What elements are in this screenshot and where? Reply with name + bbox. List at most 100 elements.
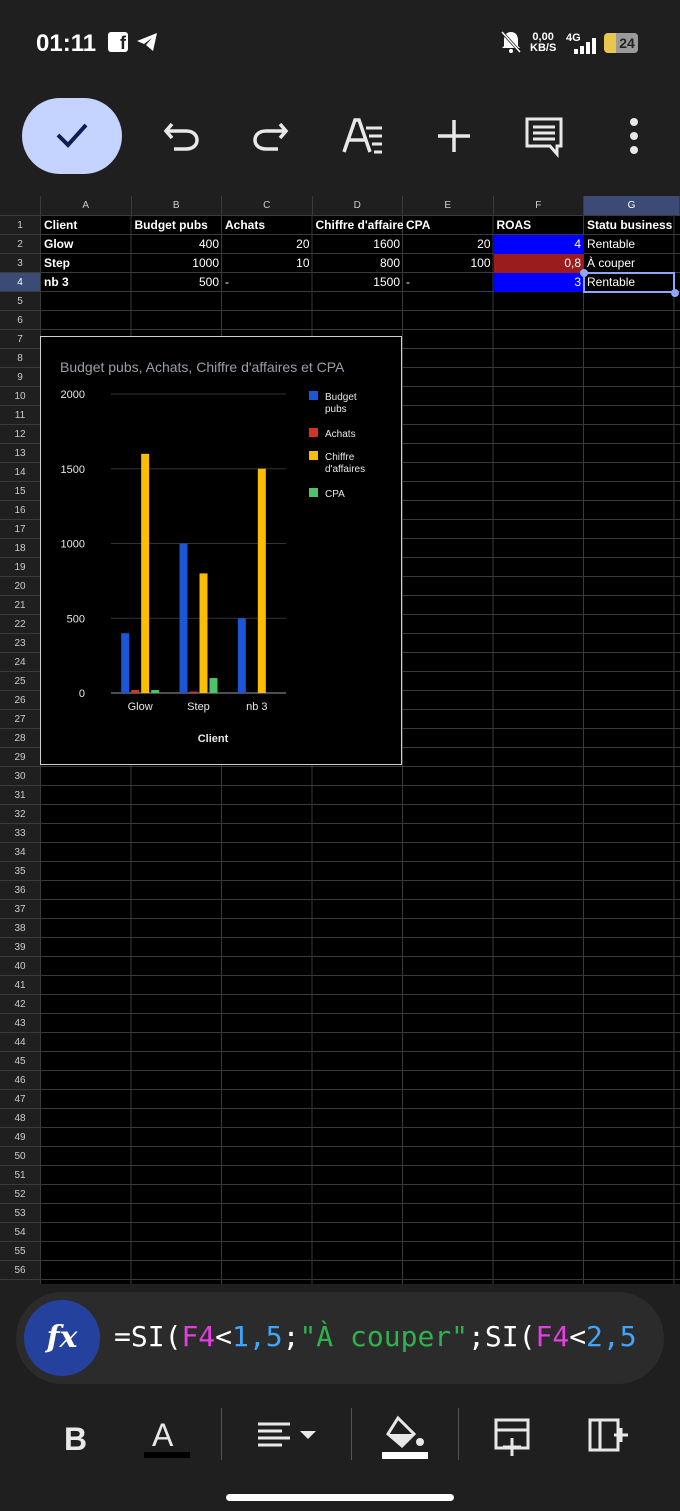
row-header-5[interactable]: 5 <box>0 292 41 311</box>
column-header-D[interactable]: D <box>312 196 403 216</box>
row-header-57[interactable]: 57 <box>0 1280 41 1284</box>
row-header-7[interactable]: 7 <box>0 330 41 349</box>
embedded-chart[interactable]: Budget pubs, Achats, Chiffre d'affaires … <box>40 336 402 765</box>
row-header-21[interactable]: 21 <box>0 596 41 615</box>
row-header-8[interactable]: 8 <box>0 349 41 368</box>
row-header-45[interactable]: 45 <box>0 1052 41 1071</box>
row-header-33[interactable]: 33 <box>0 824 41 843</box>
done-button[interactable] <box>22 98 122 174</box>
row-header-14[interactable]: 14 <box>0 463 41 482</box>
column-header-F[interactable]: F <box>493 196 584 216</box>
cell-A3[interactable]: Step <box>41 254 132 273</box>
row-header-24[interactable]: 24 <box>0 653 41 672</box>
formula-bar[interactable]: fx =SI(F4<1,5;"À couper";SI(F4<2,5 <box>16 1292 664 1384</box>
text-color-button[interactable]: A <box>142 1412 190 1460</box>
insert-column-button[interactable] <box>584 1412 632 1460</box>
row-header-30[interactable]: 30 <box>0 767 41 786</box>
row-header-25[interactable]: 25 <box>0 672 41 691</box>
cell-G2[interactable]: Rentable <box>584 235 680 254</box>
row-header-15[interactable]: 15 <box>0 482 41 501</box>
cell-C2[interactable]: 20 <box>222 235 313 254</box>
row-header-29[interactable]: 29 <box>0 748 41 767</box>
row-header-41[interactable]: 41 <box>0 976 41 995</box>
row-header-31[interactable]: 31 <box>0 786 41 805</box>
row-header-38[interactable]: 38 <box>0 919 41 938</box>
cell-D4[interactable]: 1500 <box>313 273 404 292</box>
row-header-1[interactable]: 1 <box>0 216 41 235</box>
add-button[interactable] <box>432 114 476 158</box>
row-header-18[interactable]: 18 <box>0 539 41 558</box>
row-header-39[interactable]: 39 <box>0 938 41 957</box>
select-all-corner[interactable] <box>0 196 41 216</box>
row-header-34[interactable]: 34 <box>0 843 41 862</box>
row-header-22[interactable]: 22 <box>0 615 41 634</box>
text-format-button[interactable] <box>340 114 384 158</box>
row-header-52[interactable]: 52 <box>0 1185 41 1204</box>
row-header-43[interactable]: 43 <box>0 1014 41 1033</box>
cell-B2[interactable]: 400 <box>132 235 223 254</box>
header-cell-F[interactable]: ROAS <box>494 216 585 235</box>
row-header-47[interactable]: 47 <box>0 1090 41 1109</box>
column-header-C[interactable]: C <box>222 196 313 216</box>
row-header-51[interactable]: 51 <box>0 1166 41 1185</box>
row-header-6[interactable]: 6 <box>0 311 41 330</box>
row-header-32[interactable]: 32 <box>0 805 41 824</box>
row-header-9[interactable]: 9 <box>0 368 41 387</box>
header-cell-E[interactable]: CPA <box>403 216 494 235</box>
row-header-28[interactable]: 28 <box>0 729 41 748</box>
row-header-55[interactable]: 55 <box>0 1242 41 1261</box>
cell-B4[interactable]: 500 <box>132 273 223 292</box>
function-icon[interactable]: fx <box>24 1300 100 1376</box>
column-header-E[interactable]: E <box>403 196 494 216</box>
row-header-2[interactable]: 2 <box>0 235 41 254</box>
cell-D2[interactable]: 1600 <box>313 235 404 254</box>
row-header-19[interactable]: 19 <box>0 558 41 577</box>
cell-A4[interactable]: nb 3 <box>41 273 132 292</box>
row-header-54[interactable]: 54 <box>0 1223 41 1242</box>
row-header-27[interactable]: 27 <box>0 710 41 729</box>
formula-input[interactable]: =SI(F4<1,5;"À couper";SI(F4<2,5 <box>114 1320 637 1353</box>
row-header-42[interactable]: 42 <box>0 995 41 1014</box>
row-header-12[interactable]: 12 <box>0 425 41 444</box>
cell-E4[interactable]: - <box>403 273 494 292</box>
row-header-36[interactable]: 36 <box>0 881 41 900</box>
cell-F2[interactable]: 4 <box>493 235 584 254</box>
row-header-11[interactable]: 11 <box>0 406 41 425</box>
row-header-44[interactable]: 44 <box>0 1033 41 1052</box>
row-header-13[interactable]: 13 <box>0 444 41 463</box>
insert-row-button[interactable] <box>490 1412 538 1460</box>
undo-button[interactable] <box>160 114 204 158</box>
header-cell-C[interactable]: Achats <box>222 216 313 235</box>
column-header-A[interactable]: A <box>41 196 132 216</box>
row-header-40[interactable]: 40 <box>0 957 41 976</box>
row-header-23[interactable]: 23 <box>0 634 41 653</box>
row-header-48[interactable]: 48 <box>0 1109 41 1128</box>
row-header-20[interactable]: 20 <box>0 577 41 596</box>
row-header-4[interactable]: 4 <box>0 273 41 292</box>
row-header-16[interactable]: 16 <box>0 501 41 520</box>
cell-F4[interactable]: 3 <box>493 273 584 292</box>
row-header-37[interactable]: 37 <box>0 900 41 919</box>
cell-C4[interactable]: - <box>222 273 313 292</box>
fill-color-button[interactable] <box>380 1412 428 1460</box>
more-options-button[interactable] <box>612 114 656 158</box>
row-header-17[interactable]: 17 <box>0 520 41 539</box>
row-header-46[interactable]: 46 <box>0 1071 41 1090</box>
redo-button[interactable] <box>248 114 292 158</box>
selection-handle-end[interactable] <box>671 289 679 297</box>
row-header-50[interactable]: 50 <box>0 1147 41 1166</box>
header-cell-A[interactable]: Client <box>41 216 132 235</box>
row-header-53[interactable]: 53 <box>0 1204 41 1223</box>
selection-handle-start[interactable] <box>580 269 588 277</box>
comment-button[interactable] <box>522 114 566 158</box>
header-cell-G[interactable]: Statu business <box>584 216 680 235</box>
cell-C3[interactable]: 10 <box>222 254 313 273</box>
home-indicator[interactable] <box>226 1494 454 1501</box>
column-header-B[interactable]: B <box>131 196 222 216</box>
row-header-10[interactable]: 10 <box>0 387 41 406</box>
cell-A2[interactable]: Glow <box>41 235 132 254</box>
cell-D3[interactable]: 800 <box>313 254 404 273</box>
cell-B3[interactable]: 1000 <box>132 254 223 273</box>
row-header-49[interactable]: 49 <box>0 1128 41 1147</box>
cell-E2[interactable]: 20 <box>403 235 494 254</box>
